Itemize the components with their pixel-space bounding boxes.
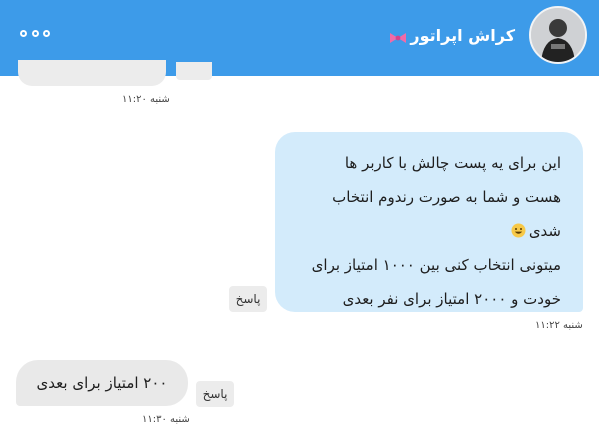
message-bubble-received: ۲۰۰ امتیاز برای بعدی	[16, 360, 188, 406]
message-bubble-sent: این برای یه پست چالش با کاربر ها هست و ش…	[275, 132, 583, 312]
message-timestamp: شنبه ۱۱:۲۰	[122, 94, 170, 105]
message-line: این برای یه پست چالش با کاربر ها	[344, 154, 561, 172]
avatar[interactable]	[529, 6, 587, 64]
message-timestamp: شنبه ۱۱:۳۰	[142, 414, 190, 425]
contact-title[interactable]: کراش اپراتور	[389, 22, 515, 48]
message-timestamp: شنبه ۱۱:۲۲	[535, 320, 583, 331]
message-line-with-emoji: شدی	[293, 214, 561, 248]
message-line: هست و شما به صورت رندوم انتخاب	[332, 188, 561, 206]
reply-button[interactable]: پاسخ	[229, 286, 267, 312]
reply-button-partial[interactable]	[176, 62, 212, 80]
more-options-icon[interactable]	[20, 24, 50, 42]
message-bubble-received-partial	[18, 60, 166, 86]
ribbon-bow-icon	[389, 29, 407, 43]
reply-button[interactable]: پاسخ	[196, 381, 234, 407]
grinning-face-icon	[511, 216, 526, 238]
message-line: خودت و ۲۰۰۰ امتیاز برای نفر بعدی	[342, 290, 561, 308]
message-line: شدی	[528, 222, 561, 240]
contact-name: کراش اپراتور	[410, 25, 515, 45]
message-line: میتونی انتخاب کنی بین ۱۰۰۰ امتیاز برای	[311, 256, 561, 274]
